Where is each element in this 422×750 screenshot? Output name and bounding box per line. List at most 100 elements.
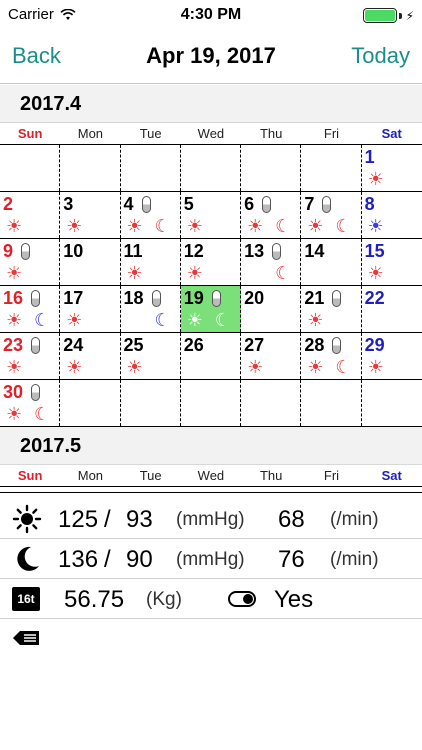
day-cell[interactable]: 6 ☀ ☾ bbox=[241, 192, 302, 238]
week-row: 9 ☀ 10 11 ☀ 12 ☀ 13 ☾ 14 15 ☀ bbox=[0, 239, 422, 286]
sun-icon: ☀ bbox=[247, 216, 264, 236]
pill-icon bbox=[31, 290, 40, 307]
sun-icon: ☀ bbox=[186, 216, 203, 236]
day-cell[interactable]: 1 ☀ bbox=[362, 145, 422, 191]
weight-medication-row[interactable]: 16t 56.75 (Kg) Yes bbox=[0, 579, 422, 619]
day-number: 10 bbox=[63, 241, 84, 261]
navigation-bar: Back Apr 19, 2017 Today bbox=[0, 30, 422, 84]
sun-icon: ☀ bbox=[247, 357, 264, 377]
day-cell bbox=[121, 380, 181, 426]
weekday-label: Mon bbox=[77, 126, 104, 141]
today-button[interactable]: Today bbox=[351, 43, 410, 69]
day-cell[interactable]: 10 bbox=[60, 239, 121, 285]
morning-pulse-unit: (/min) bbox=[330, 509, 379, 530]
day-number: 15 bbox=[364, 241, 385, 261]
day-cell[interactable]: 22 bbox=[362, 286, 422, 332]
weekday-label: Tue bbox=[139, 126, 162, 141]
weekday-label: Sat bbox=[381, 468, 402, 483]
day-cell[interactable]: 9 ☀ bbox=[0, 239, 61, 285]
pill-icon bbox=[31, 337, 40, 354]
moon-icon: ☾ bbox=[275, 263, 292, 283]
day-cell[interactable]: 17 ☀ bbox=[60, 286, 121, 332]
pill-icon bbox=[322, 196, 332, 213]
morning-pulse: 68 bbox=[278, 506, 305, 533]
sun-icon: ☀ bbox=[66, 310, 83, 330]
day-number: 18 bbox=[123, 288, 144, 308]
sun-icon: ☀ bbox=[367, 216, 384, 236]
day-cell[interactable]: 21 ☀ bbox=[301, 286, 362, 332]
scale-icon: 16t bbox=[12, 587, 40, 611]
day-number: 4 bbox=[123, 194, 134, 214]
day-cell[interactable]: 5 ☀ bbox=[181, 192, 242, 238]
moon-icon bbox=[17, 546, 39, 571]
day-cell bbox=[60, 380, 121, 426]
day-cell[interactable]: 2 ☀ bbox=[0, 192, 61, 238]
pill-icon bbox=[332, 290, 342, 307]
sun-icon: ☀ bbox=[6, 404, 23, 424]
sun-icon: ☀ bbox=[6, 216, 23, 236]
evening-separator: / bbox=[104, 546, 111, 573]
day-cell[interactable]: 14 bbox=[301, 239, 362, 285]
day-cell[interactable]: 25 ☀ bbox=[121, 333, 181, 379]
readings-panel: 125 / 93 (mmHg) 68 (/min) 136 / 90 (mmHg… bbox=[0, 499, 422, 659]
weekday-label: Fri bbox=[323, 468, 340, 483]
sun-icon: ☀ bbox=[6, 310, 23, 330]
day-cell[interactable]: 26 bbox=[181, 333, 242, 379]
moon-icon: ☾ bbox=[154, 310, 171, 330]
day-cell[interactable]: 30 ☀ ☾ bbox=[0, 380, 61, 426]
week-row: 30 ☀ ☾ bbox=[0, 380, 422, 427]
day-number: 19 bbox=[183, 288, 204, 308]
day-cell[interactable]: 3 ☀ bbox=[60, 192, 121, 238]
sun-icon: ☀ bbox=[6, 263, 23, 283]
sun-icon: ☀ bbox=[66, 357, 83, 377]
day-number: 9 bbox=[3, 241, 14, 261]
day-number: 8 bbox=[364, 194, 375, 214]
status-bar: Carrier 4:30 PM ⚡ bbox=[0, 0, 422, 30]
evening-reading-row[interactable]: 136 / 90 (mmHg) 76 (/min) bbox=[0, 539, 422, 579]
day-number: 25 bbox=[123, 335, 144, 355]
day-cell bbox=[241, 380, 302, 426]
day-cell[interactable]: 28 ☀ ☾ bbox=[301, 333, 362, 379]
day-cell[interactable]: 24 ☀ bbox=[60, 333, 121, 379]
pill-icon bbox=[272, 243, 282, 260]
moon-icon: ☾ bbox=[335, 357, 352, 377]
day-cell[interactable]: 23 ☀ bbox=[0, 333, 61, 379]
day-cell[interactable]: 20 bbox=[241, 286, 302, 332]
day-number: 22 bbox=[364, 288, 385, 308]
day-cell[interactable]: 18 ☾ bbox=[121, 286, 181, 332]
week-row: 16 ☀ ☾ 17 ☀ 18 ☾ 19 ☀ ☾ 20 21 ☀ 22 bbox=[0, 286, 422, 333]
day-cell[interactable]: 4 ☀ ☾ bbox=[121, 192, 181, 238]
pill-icon bbox=[21, 243, 30, 260]
day-cell[interactable]: 11 ☀ bbox=[121, 239, 181, 285]
sun-icon: ☀ bbox=[186, 310, 203, 330]
weekday-label: Sun bbox=[17, 126, 43, 141]
morning-reading-row[interactable]: 125 / 93 (mmHg) 68 (/min) bbox=[0, 499, 422, 539]
sun-icon: ☀ bbox=[186, 263, 203, 283]
memo-row[interactable] bbox=[0, 619, 422, 659]
sun-icon: ☀ bbox=[126, 263, 143, 283]
month-header: 2017.4 bbox=[0, 85, 422, 123]
day-cell[interactable]: 27 ☀ bbox=[241, 333, 302, 379]
calendar-scroll-view[interactable]: 2017.4 Sun Mon Tue Wed Thu Fri Sat 1 ☀ 2 ☀ 3 ☀ 4 ☀ ☾ 5 ☀ 6 ☀… bbox=[0, 85, 422, 498]
day-cell[interactable]: 8 ☀ bbox=[362, 192, 422, 238]
weekday-label: Tue bbox=[139, 468, 162, 483]
day-cell[interactable]: 29 ☀ bbox=[362, 333, 422, 379]
pill-icon bbox=[332, 337, 342, 354]
day-cell[interactable]: 7 ☀ ☾ bbox=[301, 192, 362, 238]
day-number: 16 bbox=[3, 288, 24, 308]
day-cell[interactable]: 12 ☀ bbox=[181, 239, 242, 285]
sun-icon: ☀ bbox=[126, 357, 143, 377]
day-cell[interactable]: 13 ☾ bbox=[241, 239, 302, 285]
weekday-row: Sun Mon Tue Wed Thu Fri Sat bbox=[0, 123, 422, 145]
day-number: 17 bbox=[63, 288, 84, 308]
day-number: 27 bbox=[244, 335, 265, 355]
day-number: 11 bbox=[123, 241, 143, 261]
weekday-row: Sun Mon Tue Wed Thu Fri Sat bbox=[0, 465, 422, 487]
day-cell[interactable]: 15 ☀ bbox=[362, 239, 422, 285]
day-cell[interactable]: 19 ☀ ☾ bbox=[180, 286, 242, 332]
sun-icon: ☀ bbox=[307, 357, 324, 377]
pill-icon bbox=[262, 196, 272, 213]
pill-icon bbox=[151, 290, 161, 307]
day-number: 24 bbox=[63, 335, 84, 355]
day-cell[interactable]: 16 ☀ ☾ bbox=[0, 286, 61, 332]
